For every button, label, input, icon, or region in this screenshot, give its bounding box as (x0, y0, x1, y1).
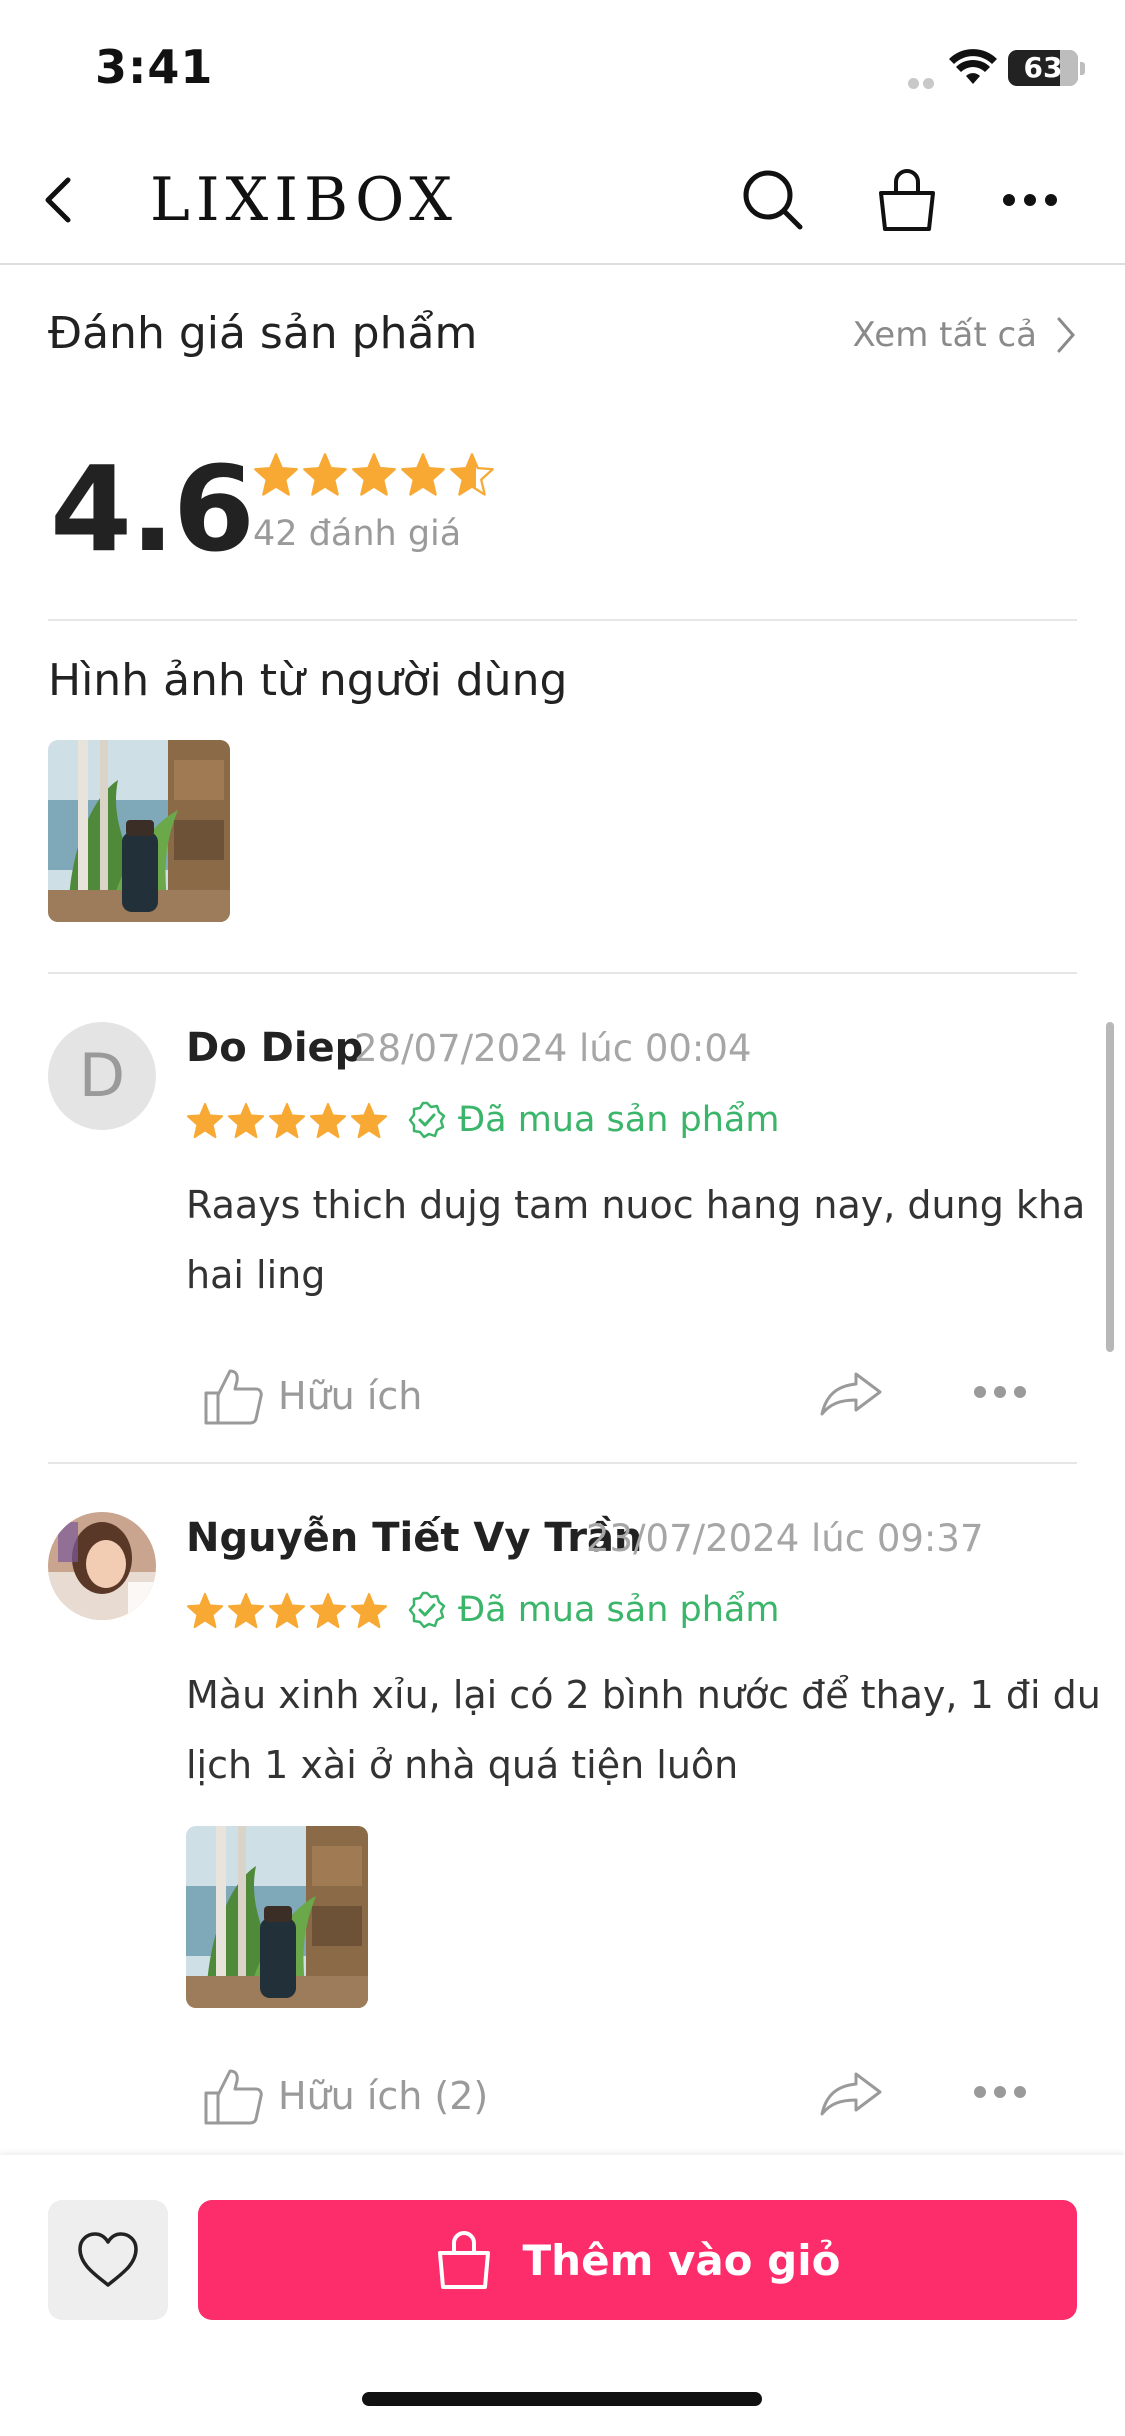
verified-label: Đã mua sản phẩm (458, 1100, 780, 1140)
star-icon (401, 453, 445, 496)
reviewer-name: Nguyễn Tiết Vy Trần (186, 1515, 643, 1561)
star-icon (303, 453, 347, 496)
status-time: 3:41 (95, 40, 214, 94)
review-stars (186, 1592, 388, 1630)
more-icon[interactable] (995, 165, 1065, 235)
helpful-button[interactable]: Hữu ích (2) (202, 2065, 488, 2127)
cellular-signal-icon (908, 74, 938, 93)
verified-check-icon (408, 1591, 446, 1629)
more-icon[interactable] (972, 1380, 1028, 1404)
helpful-label: Hữu ích (278, 1374, 423, 1418)
top-navigation-bar: LIXIBOX (0, 135, 1125, 265)
share-icon[interactable] (818, 2070, 884, 2118)
review-text: Màu xinh xỉu, lại có 2 bình nước để thay… (186, 1673, 1101, 1787)
average-rating-stars (253, 452, 495, 498)
verified-purchase-badge: Đã mua sản phẩm (408, 1100, 779, 1140)
star-icon (352, 453, 396, 496)
shopping-bag-icon (437, 2231, 490, 2289)
star-icon (254, 453, 298, 496)
divider (48, 619, 1077, 621)
more-icon[interactable] (972, 2080, 1028, 2104)
home-indicator (362, 2392, 762, 2406)
star-icon (227, 1592, 265, 1629)
view-all-link[interactable]: Xem tất cả (853, 315, 1077, 355)
star-icon (268, 1592, 306, 1629)
star-icon (450, 453, 494, 496)
ratings-section-title: Đánh giá sản phẩm (48, 308, 478, 359)
review-date: 28/07/2024 lúc 00:04 (354, 1027, 752, 1070)
shopping-bag-icon[interactable] (872, 165, 942, 235)
average-rating-score: 4.6 (50, 440, 255, 578)
scrollbar[interactable] (1106, 1022, 1114, 1352)
divider (48, 1462, 1077, 1464)
back-arrow-icon[interactable] (30, 170, 90, 230)
review-stars (186, 1102, 388, 1140)
star-icon (268, 1102, 306, 1139)
user-photo-thumbnail[interactable] (48, 740, 230, 922)
reviewer-name: Do Diep (186, 1025, 364, 1071)
review-date: 23/07/2024 lúc 09:37 (586, 1517, 984, 1560)
status-bar: 3:41 63 (0, 0, 1125, 135)
brand-logo[interactable]: LIXIBOX (150, 165, 458, 235)
star-icon (227, 1102, 265, 1139)
search-icon[interactable] (738, 165, 808, 235)
chevron-right-icon (1057, 317, 1075, 353)
share-icon[interactable] (818, 1370, 884, 1418)
thumbs-up-icon (204, 2069, 263, 2125)
user-photos-title: Hình ảnh từ người dùng (48, 655, 568, 706)
star-icon (350, 1102, 388, 1139)
divider (48, 972, 1077, 974)
thumbs-up-icon (204, 1369, 263, 1425)
star-icon (309, 1592, 347, 1629)
add-to-cart-label: Thêm vào giỏ (522, 2235, 841, 2285)
verified-purchase-badge: Đã mua sản phẩm (408, 1590, 779, 1630)
review-text: Raays thich dujg tam nuoc hang nay, dung… (186, 1183, 1086, 1297)
star-icon (186, 1592, 224, 1629)
wishlist-button[interactable] (48, 2200, 168, 2320)
helpful-label: Hữu ích (2) (278, 2074, 489, 2118)
avatar (48, 1512, 156, 1620)
verified-label: Đã mua sản phẩm (458, 1590, 780, 1630)
verified-check-icon (408, 1101, 446, 1139)
rating-count: 42 đánh giá (253, 514, 462, 554)
helpful-button[interactable]: Hữu ích (202, 1365, 422, 1427)
heart-icon (78, 2232, 138, 2287)
star-icon (309, 1102, 347, 1139)
wifi-icon (949, 49, 997, 84)
star-icon (350, 1592, 388, 1629)
battery-icon: 63 (1008, 50, 1078, 86)
view-all-label: Xem tất cả (852, 315, 1037, 355)
battery-level: 63 (1023, 51, 1063, 84)
review-photo-thumbnail[interactable] (186, 1826, 368, 2008)
star-icon (186, 1102, 224, 1139)
add-to-cart-button[interactable]: Thêm vào giỏ (198, 2200, 1077, 2320)
avatar: D (48, 1022, 156, 1130)
